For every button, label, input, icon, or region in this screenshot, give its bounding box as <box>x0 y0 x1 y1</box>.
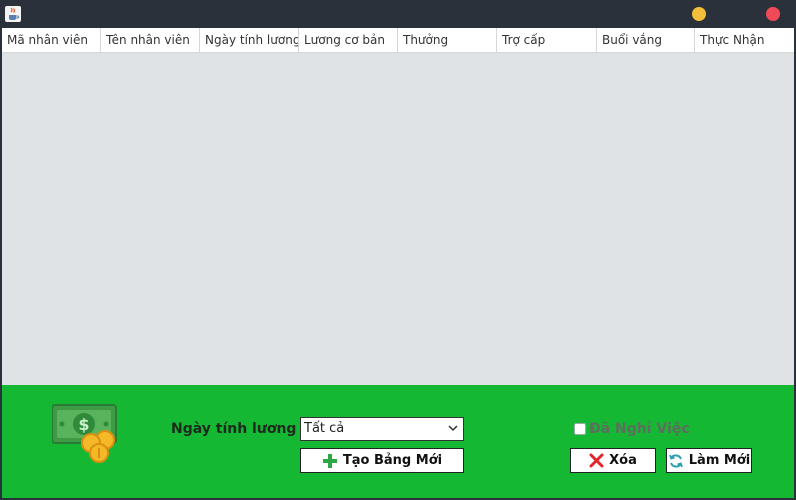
delete-button[interactable]: Xóa <box>570 448 656 473</box>
quit-checkbox[interactable]: Đã Nghỉ Việc <box>574 421 690 437</box>
table-header: Mã nhân viên Tên nhân viên Ngày tính lươ… <box>2 28 794 53</box>
column-header-employee-name[interactable]: Tên nhân viên <box>101 28 200 52</box>
svg-text:$: $ <box>78 415 89 434</box>
delete-label: Xóa <box>609 453 637 468</box>
minimize-button[interactable] <box>692 7 706 21</box>
column-header-base-salary[interactable]: Lương cơ bản <box>299 28 398 52</box>
title-bar <box>0 0 796 28</box>
chevron-down-icon <box>448 425 458 432</box>
refresh-label: Làm Mới <box>688 453 751 468</box>
create-table-label: Tạo Bảng Mới <box>342 453 443 468</box>
column-header-absences[interactable]: Buổi vắng <box>597 28 695 52</box>
control-panel: $ Ngày tính lương Tất cả Đã Nghỉ Việc Tạ… <box>2 385 794 498</box>
column-header-employee-id[interactable]: Mã nhân viên <box>2 28 101 52</box>
column-header-allowance[interactable]: Trợ cấp <box>497 28 597 52</box>
column-header-net-pay[interactable]: Thực Nhận <box>695 28 794 52</box>
quit-checkbox-box[interactable] <box>574 423 586 435</box>
close-button[interactable] <box>766 7 780 21</box>
refresh-button[interactable]: Làm Mới <box>666 448 752 473</box>
column-header-bonus[interactable]: Thưởng <box>398 28 497 52</box>
java-cup-icon <box>5 6 21 22</box>
create-table-button[interactable]: Tạo Bảng Mới <box>300 448 464 473</box>
salary-table[interactable]: Mã nhân viên Tên nhân viên Ngày tính lươ… <box>2 28 794 385</box>
salary-date-select-value: Tất cả <box>304 421 345 436</box>
column-header-salary-date[interactable]: Ngày tính lương <box>200 28 299 52</box>
salary-date-label: Ngày tính lương <box>171 421 297 437</box>
money-coins-icon: $ <box>51 403 118 469</box>
plus-icon <box>322 453 337 468</box>
salary-date-select[interactable]: Tất cả <box>300 417 464 441</box>
close-x-icon <box>589 453 604 468</box>
quit-checkbox-label: Đã Nghỉ Việc <box>589 421 690 437</box>
refresh-icon <box>668 453 683 468</box>
